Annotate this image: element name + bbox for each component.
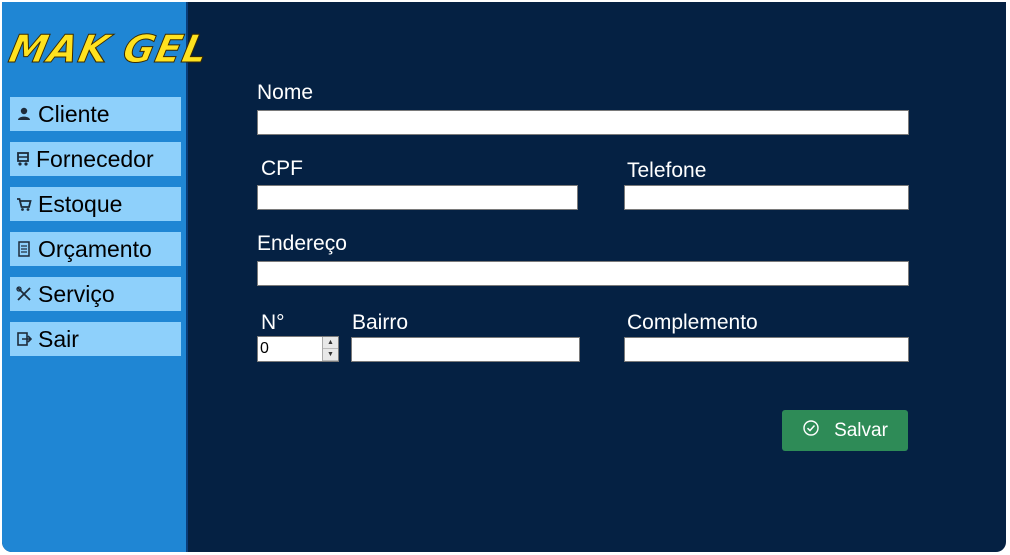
stepper-down-icon[interactable]: ▼ [323,349,338,361]
sidebar-item-label: Serviço [38,280,115,307]
endereco-label: Endereço [257,232,347,255]
sidebar-item-label: Orçamento [38,235,152,262]
user-icon [10,106,38,122]
nome-field[interactable] [257,110,909,135]
sidebar-item-fornecedor[interactable]: Fornecedor [10,142,181,176]
save-button-label: Salvar [834,419,888,441]
truck-icon [10,151,36,167]
app-logo: MAK GEL [5,27,214,72]
cpf-label: CPF [261,157,303,180]
bairro-label: Bairro [352,311,409,334]
sidebar-item-sair[interactable]: Sair [10,322,181,356]
sidebar-item-cliente[interactable]: Cliente [10,97,181,131]
sidebar-item-servico[interactable]: Serviço [10,277,181,311]
sidebar-item-label: Fornecedor [36,145,154,172]
complemento-field[interactable] [624,337,909,362]
sidebar-item-label: Cliente [38,100,110,127]
telefone-field[interactable] [624,185,909,210]
stepper-up-icon[interactable]: ▲ [323,337,338,349]
sidebar-item-estoque[interactable]: Estoque [10,187,181,221]
cart-icon [10,196,38,212]
check-circle-icon [802,419,820,443]
bairro-field[interactable] [351,337,580,362]
exit-icon [10,331,38,347]
stepper-arrows: ▲ ▼ [322,337,338,361]
numero-field[interactable] [258,337,322,361]
sidebar-item-label: Estoque [38,190,123,217]
endereco-field[interactable] [257,261,909,286]
complemento-label: Complemento [627,311,758,334]
sidebar-item-label: Sair [38,325,79,352]
app-window: MAK GEL Cliente Fornecedor Estoque Orçam… [2,2,1006,552]
sidebar-item-orcamento[interactable]: Orçamento [10,232,181,266]
telefone-label: Telefone [627,159,707,182]
sidebar: MAK GEL Cliente Fornecedor Estoque Orçam… [2,2,214,552]
nome-label: Nome [257,81,314,104]
numero-label: N° [261,311,285,334]
numero-stepper[interactable]: ▲ ▼ [257,336,339,362]
tools-icon [10,286,38,302]
document-icon [10,241,38,257]
save-button[interactable]: Salvar [782,410,908,451]
cpf-field[interactable] [257,185,578,210]
